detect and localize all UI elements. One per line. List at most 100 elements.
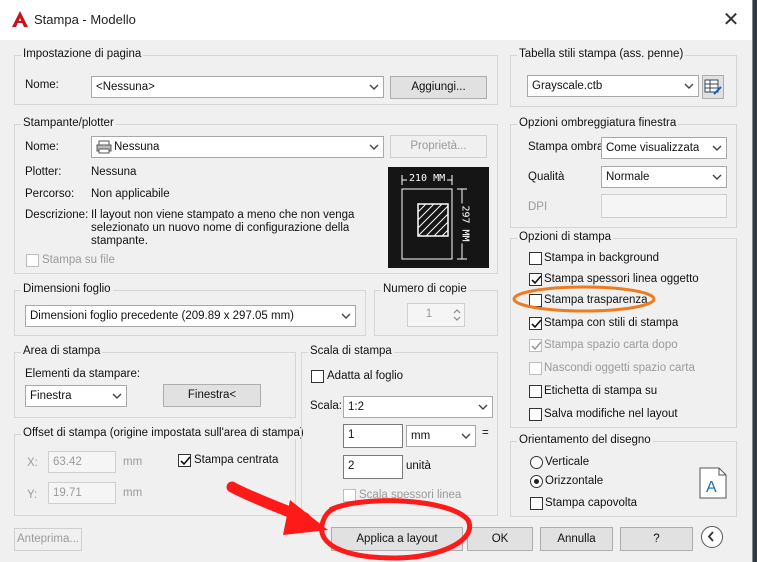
plot-option-checkbox[interactable] bbox=[529, 339, 542, 352]
plot-option-checkbox[interactable] bbox=[529, 252, 542, 265]
description-line-2: selezionato un nuovo nome di configurazi… bbox=[91, 222, 350, 234]
plot-option-checkbox[interactable] bbox=[529, 317, 542, 330]
scale-value-1-input[interactable]: 1 bbox=[343, 424, 403, 448]
plot-items-label: Elementi da stampare: bbox=[25, 368, 141, 380]
expand-options-button[interactable] bbox=[701, 526, 723, 548]
spin-buttons-icon[interactable] bbox=[452, 306, 462, 324]
plot-options-title: Opzioni di stampa bbox=[517, 231, 614, 243]
cancel-button[interactable]: Annulla bbox=[540, 527, 613, 551]
print-to-file-checkbox[interactable] bbox=[26, 254, 39, 267]
center-plot-checkbox[interactable] bbox=[178, 454, 191, 467]
plot-option-label: Stampa trasparenza bbox=[544, 294, 648, 306]
offset-y-unit: mm bbox=[123, 487, 143, 499]
printer-name-value: Nessuna bbox=[114, 141, 160, 153]
dpi-input[interactable] bbox=[601, 194, 727, 218]
scale-lineweights-checkbox[interactable] bbox=[343, 489, 356, 502]
printer-name-label: Nome: bbox=[25, 141, 59, 153]
paper-size-select[interactable]: Dimensioni foglio precedente (209.89 x 2… bbox=[25, 305, 356, 327]
edit-plot-style-button[interactable] bbox=[702, 75, 724, 99]
plot-style-table-select[interactable]: Grayscale.ctb bbox=[527, 75, 699, 97]
chevron-down-icon bbox=[712, 145, 722, 151]
autocad-logo-icon bbox=[12, 11, 28, 27]
paper-preview: 210 MM 297 MM bbox=[388, 167, 489, 268]
page-setup-name-label: Nome: bbox=[25, 79, 59, 91]
copies-input[interactable]: 1 bbox=[407, 303, 465, 327]
offset-x-label: X: bbox=[27, 457, 38, 469]
plot-dialog: Stampa - Modello ✕ Impostazione di pagin… bbox=[0, 0, 753, 562]
chevron-down-icon bbox=[712, 174, 722, 180]
path-value: Non applicabile bbox=[91, 188, 170, 200]
landscape-radio[interactable] bbox=[530, 475, 543, 488]
upside-down-checkbox[interactable] bbox=[530, 497, 543, 510]
portrait-radio[interactable] bbox=[530, 456, 543, 469]
chevron-down-icon bbox=[112, 393, 122, 399]
orientation-title: Orientamento del disegno bbox=[517, 434, 653, 446]
quality-select[interactable]: Normale bbox=[601, 166, 727, 188]
copies-title: Numero di copie bbox=[381, 283, 469, 295]
plot-option-label: Stampa spazio carta dopo bbox=[544, 339, 678, 351]
chevron-down-icon bbox=[461, 433, 471, 439]
scale-equals: = bbox=[482, 427, 489, 439]
printer-name-select[interactable]: Nessuna bbox=[91, 136, 384, 158]
window-pick-button[interactable]: Finestra< bbox=[163, 384, 261, 407]
scale-unit-select[interactable]: mm bbox=[406, 425, 476, 447]
upside-down-label: Stampa capovolta bbox=[545, 497, 638, 509]
paper-size-title: Dimensioni foglio bbox=[21, 283, 113, 295]
help-button[interactable]: ? bbox=[620, 527, 693, 551]
chevron-down-icon bbox=[478, 404, 488, 410]
checkmark-icon bbox=[180, 456, 191, 466]
printer-properties-button[interactable]: Proprietà... bbox=[390, 135, 487, 158]
preview-width-label: 210 MM bbox=[407, 173, 448, 184]
plot-items-select[interactable]: Finestra bbox=[25, 385, 127, 407]
plot-option-label: Stampa spessori linea oggetto bbox=[544, 273, 699, 285]
shaded-viewport-title: Opzioni ombreggiatura finestra bbox=[517, 117, 679, 129]
plot-style-table-value: Grayscale.ctb bbox=[532, 80, 603, 92]
page-setup-name-value: <Nessuna> bbox=[96, 81, 155, 93]
dpi-label: DPI bbox=[528, 201, 548, 213]
scale-lineweights-label: Scala spessori linea bbox=[359, 489, 462, 501]
checkmark-icon bbox=[531, 341, 542, 351]
page-setup-name-select[interactable]: <Nessuna> bbox=[91, 76, 384, 98]
scale-value-1: 1 bbox=[348, 429, 355, 441]
plot-option-label: Salva modifiche nel layout bbox=[544, 408, 678, 420]
plot-option-checkbox[interactable] bbox=[529, 294, 542, 307]
plot-option-checkbox[interactable] bbox=[529, 273, 542, 286]
chevron-left-icon bbox=[707, 531, 714, 542]
offset-x-value: 63.42 bbox=[53, 456, 82, 468]
page-setup-title: Impostazione di pagina bbox=[21, 48, 144, 60]
ok-button[interactable]: OK bbox=[467, 527, 533, 551]
plot-scale-title: Scala di stampa bbox=[308, 345, 394, 357]
center-plot-label: Stampa centrata bbox=[194, 454, 279, 466]
plotter-label: Plotter: bbox=[25, 166, 62, 178]
scale-select[interactable]: 1:2 bbox=[343, 396, 493, 418]
background-edge bbox=[753, 0, 757, 562]
add-page-setup-button[interactable]: Aggiungi... bbox=[390, 76, 487, 99]
offset-x-input[interactable]: 63.42 bbox=[48, 451, 116, 473]
title-bar: Stampa - Modello ✕ bbox=[0, 0, 752, 40]
description-label: Descrizione: bbox=[25, 209, 89, 221]
orientation-page-icon: A bbox=[699, 467, 727, 499]
plot-option-checkbox[interactable] bbox=[529, 362, 542, 375]
offset-y-input[interactable]: 19.71 bbox=[48, 482, 116, 504]
chevron-down-icon bbox=[369, 84, 379, 90]
close-button[interactable]: ✕ bbox=[716, 6, 746, 34]
plot-option-checkbox[interactable] bbox=[529, 408, 542, 421]
description-line-3: stampante. bbox=[91, 235, 148, 247]
path-label: Percorso: bbox=[25, 188, 75, 200]
printer-icon bbox=[96, 140, 112, 154]
preview-button[interactable]: Anteprima... bbox=[14, 528, 82, 551]
fit-to-paper-checkbox[interactable] bbox=[311, 370, 324, 383]
printer-title: Stampante/plotter bbox=[21, 117, 116, 129]
shade-plot-value: Come visualizzata bbox=[606, 142, 700, 154]
plot-option-checkbox[interactable] bbox=[529, 385, 542, 398]
description-line-1: Il layout non viene stampato a meno che … bbox=[91, 209, 355, 221]
scale-value-2: 2 bbox=[348, 460, 355, 472]
offset-y-value: 19.71 bbox=[53, 487, 82, 499]
shade-plot-select[interactable]: Come visualizzata bbox=[601, 137, 727, 159]
print-to-file-label: Stampa su file bbox=[42, 254, 115, 266]
offset-x-unit: mm bbox=[123, 456, 143, 468]
apply-to-layout-button[interactable]: Applica a layout bbox=[331, 527, 463, 551]
scale-unit-2-label: unità bbox=[406, 460, 431, 472]
paper-size-value: Dimensioni foglio precedente (209.89 x 2… bbox=[30, 310, 295, 322]
scale-value-2-input[interactable]: 2 bbox=[343, 455, 403, 479]
